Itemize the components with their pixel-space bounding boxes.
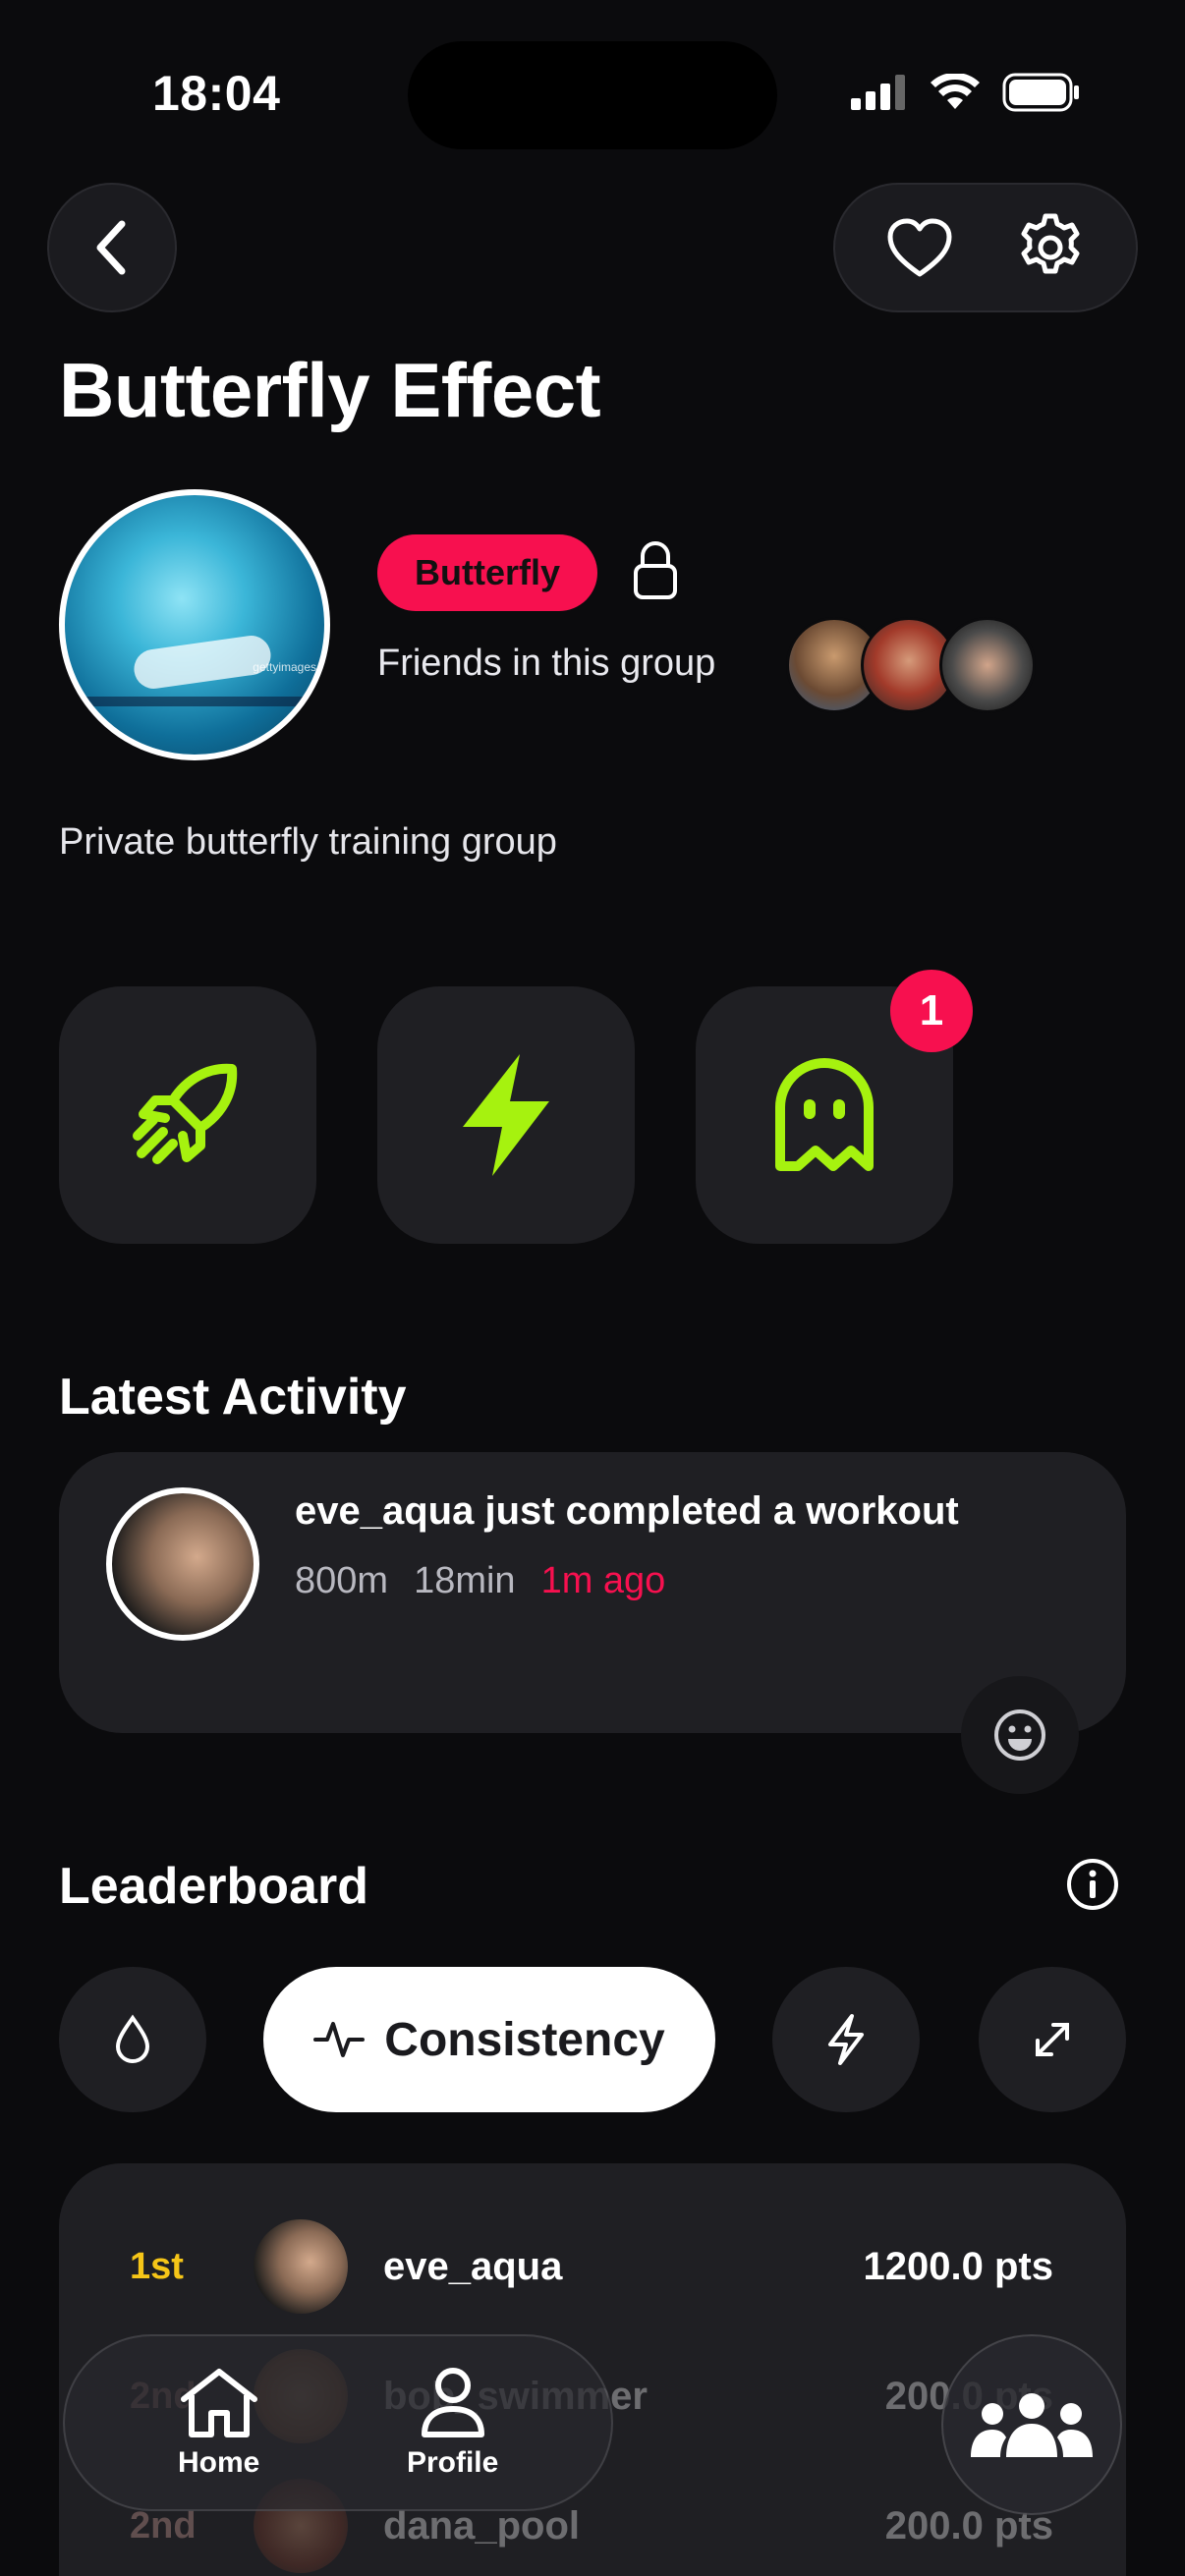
- friend-avatar[interactable]: [939, 617, 1036, 713]
- smiley-icon: [994, 1709, 1045, 1761]
- avatar: [254, 2219, 348, 2314]
- lock-icon: [634, 541, 677, 599]
- rank: 1st: [130, 2245, 184, 2287]
- group-icon: [971, 2393, 1093, 2457]
- heart-icon[interactable]: [886, 217, 953, 278]
- nav-home[interactable]: Home: [178, 2366, 260, 2480]
- filter-speed[interactable]: [772, 1967, 920, 2112]
- ghost-icon: [775, 1058, 874, 1171]
- pool-lane: [65, 697, 324, 706]
- info-icon[interactable]: [1065, 1857, 1120, 1912]
- activity-time-ago: 1m ago: [540, 1560, 666, 1601]
- rocket-icon: [133, 1063, 238, 1164]
- signal-icon: [851, 75, 905, 110]
- react-button[interactable]: [961, 1676, 1079, 1794]
- leaderboard-title: Leaderboard: [59, 1858, 368, 1915]
- expand-arrows-icon: [1036, 2023, 1069, 2056]
- person-icon: [421, 2368, 484, 2437]
- group-photo[interactable]: gettyimages: [59, 489, 330, 760]
- back-button[interactable]: [47, 183, 177, 312]
- table-row[interactable]: 1st eve_aqua 1200.0 pts: [59, 2208, 1126, 2325]
- nav-profile-label: Profile: [406, 2446, 499, 2479]
- groups-button[interactable]: [941, 2334, 1122, 2515]
- photo-credit: gettyimages: [253, 660, 316, 674]
- page-title: Butterfly Effect: [59, 347, 601, 433]
- water-drop-icon: [115, 2014, 150, 2063]
- battery-icon: [1002, 73, 1079, 112]
- group-description: Private butterfly training group: [59, 821, 557, 863]
- chevron-left-icon: [96, 220, 126, 275]
- wifi-icon: [931, 74, 980, 109]
- pulse-icon: [313, 2022, 366, 2057]
- header-actions: [833, 183, 1138, 312]
- lightning-outline-icon: [828, 2014, 864, 2065]
- notification-badge: 1: [890, 970, 973, 1052]
- filter-consistency-label: Consistency: [384, 2013, 665, 2066]
- home-icon: [180, 2369, 257, 2437]
- filter-distance[interactable]: [979, 1967, 1126, 2112]
- nav-profile[interactable]: Profile: [407, 2366, 498, 2480]
- status-icons: [851, 73, 1081, 112]
- latest-activity-title: Latest Activity: [59, 1369, 407, 1426]
- activity-card[interactable]: eve_aqua just completed a workout 800m 1…: [59, 1452, 1126, 1733]
- activity-distance: 800m: [295, 1560, 389, 1601]
- group-tag[interactable]: Butterfly: [377, 534, 598, 611]
- activity-title: eve_aqua just completed a workout: [295, 1489, 959, 1533]
- lightning-icon: [463, 1054, 549, 1176]
- lightning-tile[interactable]: [377, 986, 635, 1244]
- activity-duration: 18min: [414, 1560, 516, 1601]
- points: 1200.0 pts: [863, 2244, 1053, 2288]
- rocket-tile[interactable]: [59, 986, 316, 1244]
- avatar[interactable]: [106, 1487, 259, 1641]
- nav-home-label: Home: [177, 2446, 260, 2479]
- username: eve_aqua: [383, 2244, 563, 2288]
- filter-water[interactable]: [59, 1967, 206, 2112]
- dynamic-island: [408, 41, 777, 149]
- bottom-nav: Home Profile: [63, 2334, 613, 2511]
- activity-meta: 800m 18min 1m ago: [295, 1560, 665, 1602]
- filter-consistency[interactable]: Consistency: [263, 1967, 715, 2112]
- friends-label: Friends in this group: [377, 643, 716, 684]
- status-time: 18:04: [152, 66, 281, 121]
- gear-icon[interactable]: [1015, 212, 1086, 283]
